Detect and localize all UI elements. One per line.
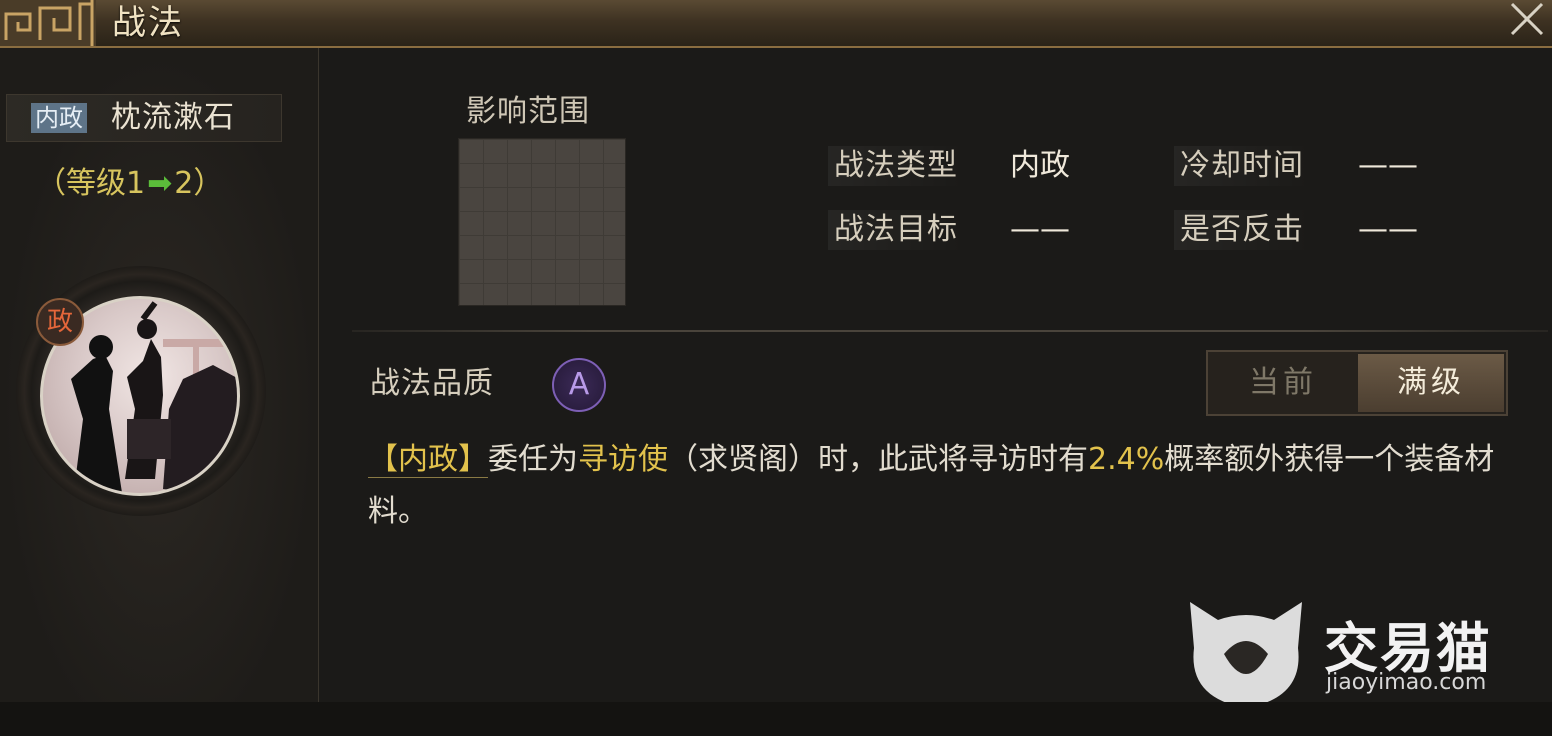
counter-value: —— <box>1358 212 1418 247</box>
quality-label: 战法品质 <box>370 366 494 401</box>
tab-max-level[interactable]: 满级 <box>1358 354 1504 412</box>
watermark-url: jiaoyimao.com <box>1326 670 1487 695</box>
skill-name: 枕流漱石 <box>111 100 235 135</box>
level-arrow-icon: ➡ <box>147 166 173 201</box>
range-label: 影响范围 <box>466 94 590 129</box>
level-toggle: 当前 满级 <box>1206 350 1508 416</box>
watermark: 交易猫 jiaoyimao.com <box>1184 598 1504 714</box>
quality-grade-badge: A <box>552 358 606 412</box>
counter-label: 是否反击 <box>1174 210 1310 250</box>
bottom-strip <box>0 702 1552 736</box>
description-part-2: （求贤阁）时，此武将寻访时有 <box>668 442 1088 477</box>
section-divider <box>352 330 1548 332</box>
cooldown-value: —— <box>1358 148 1418 183</box>
page-title: 战法 <box>112 3 184 43</box>
skill-type-value: 内政 <box>1010 148 1070 183</box>
skill-name-box: 内政 枕流漱石 <box>6 94 282 142</box>
description-chance: 2.4% <box>1088 442 1165 477</box>
cat-logo-icon <box>1190 602 1302 708</box>
level-to: 2） <box>174 166 224 201</box>
description-role: 寻访使 <box>578 442 668 477</box>
title-ornament-icon <box>0 0 96 46</box>
cooldown-label: 冷却时间 <box>1174 146 1310 186</box>
target-value: —— <box>1010 212 1070 247</box>
description-part-1: 委任为 <box>488 442 578 477</box>
level-from: （等级1 <box>36 166 146 201</box>
skill-description: 【内政】委任为寻访使（求贤阁）时，此武将寻访时有2.4%概率额外获得一个装备材料… <box>368 434 1528 538</box>
title-bar: 战法 <box>0 0 1552 48</box>
description-tag: 【内政】 <box>368 442 488 478</box>
target-label: 战法目标 <box>828 210 964 250</box>
range-grid <box>458 138 626 306</box>
tab-current[interactable]: 当前 <box>1210 354 1356 412</box>
skill-type-label: 战法类型 <box>828 146 964 186</box>
skill-type-tag: 内政 <box>31 103 87 133</box>
faction-badge: 政 <box>36 298 84 346</box>
level-change: （等级1➡2） <box>36 164 223 204</box>
close-icon[interactable] <box>1504 0 1548 40</box>
